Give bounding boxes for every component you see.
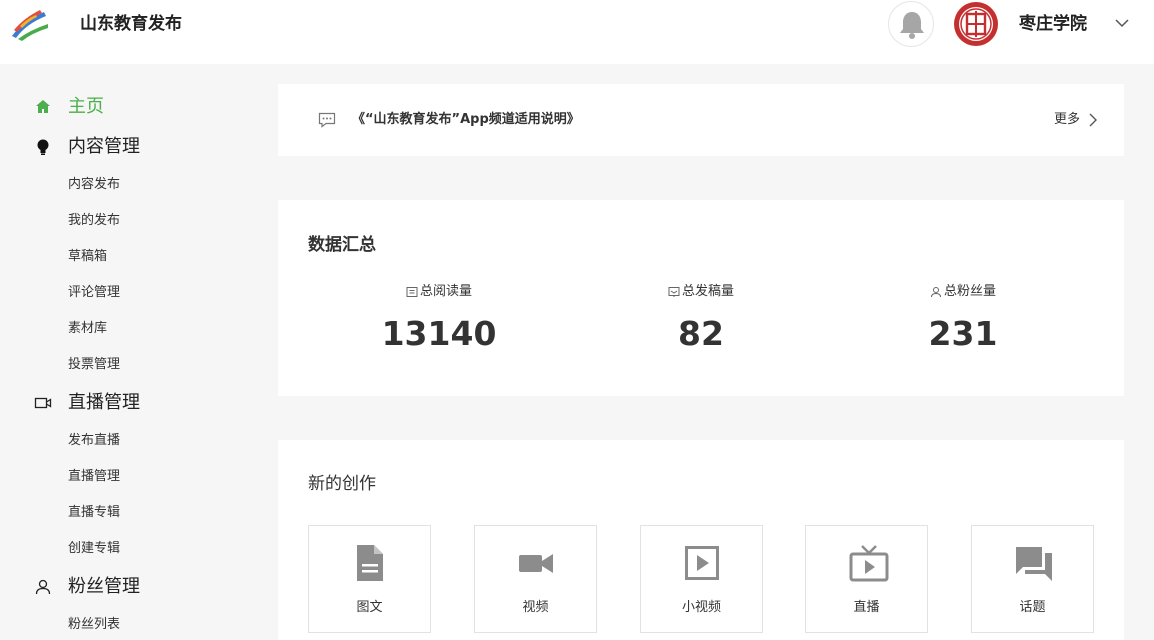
sidebar-subitem[interactable]: 评论管理 xyxy=(68,283,120,303)
create-short-video-button[interactable]: 小视频 xyxy=(640,525,763,633)
stat-label: 总粉丝量 xyxy=(943,284,996,299)
play-square-icon xyxy=(685,546,719,580)
tile-label: 直播 xyxy=(853,600,880,615)
new-creation-title: 新的创作 xyxy=(308,474,376,494)
sidebar-item-label: 内容管理 xyxy=(68,136,140,157)
sidebar-subitem[interactable]: 直播专辑 xyxy=(68,503,120,523)
school-avatar-icon[interactable] xyxy=(953,1,999,47)
brand-title: 山东教育发布 xyxy=(80,14,182,34)
stat-value: 82 xyxy=(678,314,724,353)
stat-total-reads: 总阅读量 13140 xyxy=(329,282,549,356)
chevron-right-icon xyxy=(1089,113,1097,127)
bell-icon xyxy=(900,12,924,39)
create-article-button[interactable]: 图文 xyxy=(308,525,431,633)
chat-icon xyxy=(1016,547,1052,581)
sidebar-item-label: 粉丝管理 xyxy=(68,576,140,597)
sidebar-subitem[interactable]: 粉丝列表 xyxy=(68,615,120,635)
sidebar-item-home[interactable]: 主页 xyxy=(0,92,260,122)
message-icon xyxy=(318,112,336,128)
stat-value: 231 xyxy=(928,314,998,353)
school-name[interactable]: 枣庄学院 xyxy=(1019,13,1087,35)
sidebar-item-live[interactable]: 直播管理 xyxy=(0,388,260,418)
stat-total-posts: 总发稿量 82 xyxy=(591,282,811,356)
sidebar-item-content[interactable]: 内容管理 xyxy=(0,132,260,162)
sidebar-item-label: 主页 xyxy=(68,96,104,117)
sidebar-subitem[interactable]: 素材库 xyxy=(68,319,107,339)
sidebar: 主页 内容管理 内容发布 我的发布 草稿箱 评论管理 素材库 投票管理 直播管理… xyxy=(0,64,260,640)
stat-label: 总阅读量 xyxy=(419,284,472,299)
data-summary-title: 数据汇总 xyxy=(308,235,376,255)
more-link[interactable]: 更多 xyxy=(1054,110,1097,130)
user-icon xyxy=(930,287,941,298)
tv-icon xyxy=(849,545,889,582)
tile-label: 图文 xyxy=(356,600,383,615)
sidebar-subitem[interactable]: 投票管理 xyxy=(68,355,120,375)
user-icon xyxy=(35,579,51,595)
brand-logo-icon xyxy=(12,10,48,41)
stat-total-fans: 总粉丝量 231 xyxy=(853,282,1073,356)
tile-label: 视频 xyxy=(522,600,549,615)
top-header: 山东教育发布 枣庄学院 xyxy=(0,0,1154,64)
stat-value: 13140 xyxy=(381,314,497,353)
document-icon xyxy=(357,545,383,581)
notice-title-link[interactable]: 《“山东教育发布”App频道适用说明》 xyxy=(352,110,580,130)
sidebar-subitem[interactable]: 我的发布 xyxy=(68,211,120,231)
sidebar-subitem[interactable]: 内容发布 xyxy=(68,175,120,195)
notification-button[interactable] xyxy=(888,1,934,47)
new-creation-card: 新的创作 图文 视频 小视频 直播 话题 xyxy=(278,440,1124,640)
stat-label: 总发稿量 xyxy=(681,284,734,299)
tile-label: 话题 xyxy=(1019,600,1046,615)
sidebar-item-fans[interactable]: 粉丝管理 xyxy=(0,572,260,602)
notice-card: 《“山东教育发布”App频道适用说明》 更多 xyxy=(278,84,1124,156)
sidebar-subitem[interactable]: 发布直播 xyxy=(68,431,120,451)
create-topic-button[interactable]: 话题 xyxy=(971,525,1094,633)
sidebar-subitem[interactable]: 草稿箱 xyxy=(68,247,107,267)
more-label: 更多 xyxy=(1054,112,1081,127)
video-camera-icon xyxy=(519,554,553,573)
post-icon xyxy=(668,287,680,297)
chevron-down-icon[interactable] xyxy=(1114,16,1130,30)
read-icon xyxy=(406,287,418,297)
video-camera-outline-icon xyxy=(34,397,52,409)
tile-label: 小视频 xyxy=(681,600,721,615)
data-summary-card: 数据汇总 总阅读量 13140 总发稿量 82 总粉丝量 231 xyxy=(278,200,1124,396)
create-video-button[interactable]: 视频 xyxy=(474,525,597,633)
home-icon xyxy=(36,100,50,113)
sidebar-subitem[interactable]: 直播管理 xyxy=(68,467,120,487)
sidebar-subitem[interactable]: 创建专辑 xyxy=(68,539,120,559)
lightbulb-icon xyxy=(37,139,49,155)
sidebar-item-label: 直播管理 xyxy=(68,392,140,413)
create-live-button[interactable]: 直播 xyxy=(805,525,928,633)
